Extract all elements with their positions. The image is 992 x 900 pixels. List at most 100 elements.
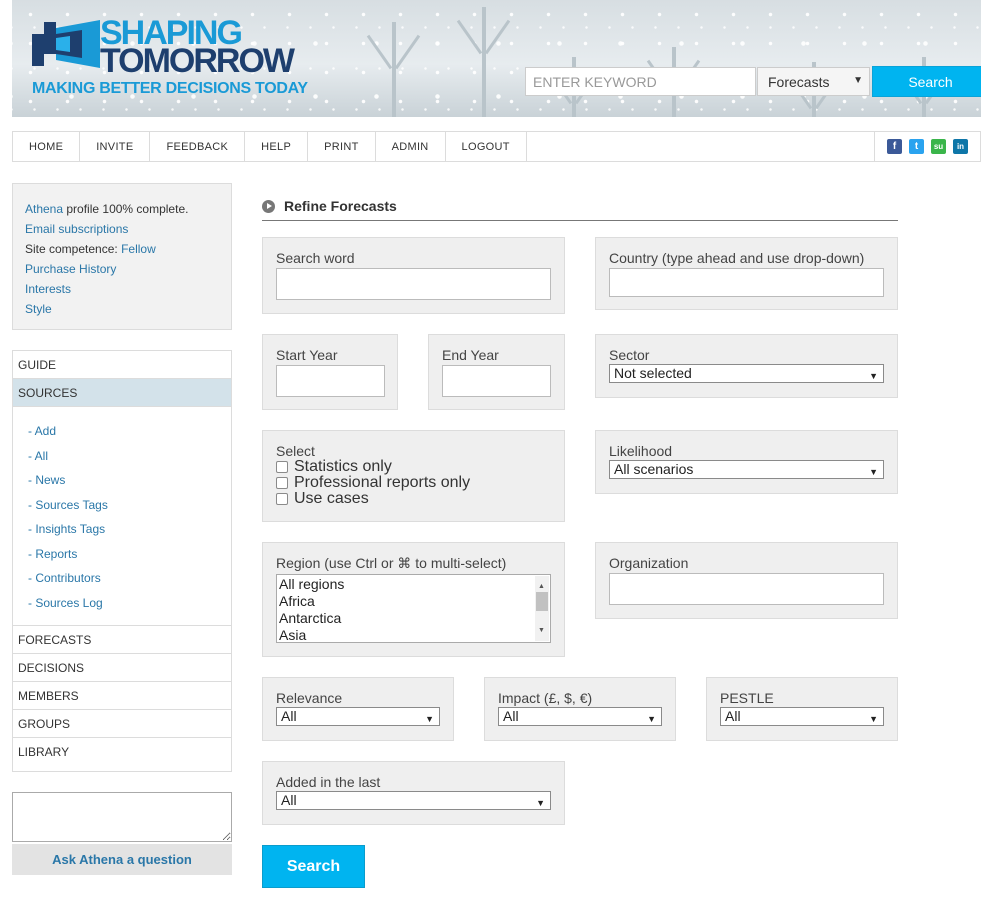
region-listbox[interactable]: All regions Africa Antarctica Asia ▲ ▼ — [276, 574, 551, 643]
submenu-item-insights-tags[interactable]: - Insights Tags — [28, 517, 231, 542]
keyword-search-input[interactable] — [525, 67, 756, 96]
statistics-only-checkbox[interactable] — [276, 461, 288, 473]
pestle-select[interactable]: All ▼ — [720, 707, 884, 726]
competence-label: Site competence: — [25, 242, 122, 256]
profile-complete-line: Athena profile 100% complete. — [25, 199, 219, 219]
region-option[interactable]: Asia — [279, 627, 548, 644]
tree-decoration — [392, 22, 396, 117]
dropdown-arrow-icon: ▼ — [869, 371, 878, 381]
page-title: Refine Forecasts — [284, 198, 397, 214]
search-word-input[interactable] — [276, 268, 551, 300]
sidebar-item-forecasts[interactable]: FORECASTS — [13, 626, 231, 654]
purchase-history-link[interactable]: Purchase History — [25, 259, 219, 279]
dropdown-arrow-icon: ▼ — [853, 75, 863, 86]
professional-reports-checkbox[interactable] — [276, 477, 288, 489]
end-year-input[interactable] — [442, 365, 551, 397]
use-cases-checkbox[interactable] — [276, 493, 288, 505]
use-cases-option[interactable]: Use cases — [276, 490, 551, 507]
likelihood-label: Likelihood — [609, 443, 673, 459]
statistics-only-option[interactable]: Statistics only — [276, 458, 551, 475]
region-scrollbar[interactable]: ▲ ▼ — [535, 576, 549, 641]
use-cases-label: Use cases — [294, 490, 369, 507]
submenu-item-sources-tags[interactable]: - Sources Tags — [28, 493, 231, 518]
header-banner: SHAPING TOMORROW MAKING BETTER DECISIONS… — [12, 0, 981, 117]
email-subscriptions-link[interactable]: Email subscriptions — [25, 219, 219, 239]
nav-help[interactable]: HELP — [245, 132, 309, 161]
submenu-item-add[interactable]: - Add — [28, 419, 231, 444]
nav-print[interactable]: PRINT — [308, 132, 376, 161]
sidebar-item-decisions[interactable]: DECISIONS — [13, 654, 231, 682]
site-logo[interactable]: SHAPING TOMORROW MAKING BETTER DECISIONS… — [30, 14, 330, 104]
likelihood-select[interactable]: All scenarios ▼ — [609, 460, 884, 479]
dropdown-arrow-icon: ▼ — [869, 467, 878, 477]
tree-decoration — [482, 7, 486, 117]
athena-link[interactable]: Athena — [25, 202, 63, 216]
search-type-select[interactable]: Forecasts ▼ — [757, 67, 870, 96]
region-label: Region (use Ctrl or ⌘ to multi-select) — [276, 555, 507, 571]
refine-header[interactable]: Refine Forecasts — [262, 192, 898, 221]
organization-input[interactable] — [609, 573, 884, 605]
search-button[interactable]: Search — [262, 845, 365, 888]
ask-athena-textarea[interactable] — [12, 792, 232, 842]
region-option[interactable]: Africa — [279, 593, 548, 610]
interests-link[interactable]: Interests — [25, 279, 219, 299]
nav-admin[interactable]: ADMIN — [376, 132, 446, 161]
ask-athena-button[interactable]: Ask Athena a question — [12, 844, 232, 875]
added-select[interactable]: All ▼ — [276, 791, 551, 810]
start-year-panel: Start Year — [262, 334, 398, 410]
added-value: All — [281, 792, 297, 808]
end-year-label: End Year — [442, 347, 499, 363]
stumbleupon-icon[interactable]: su — [931, 139, 946, 154]
submenu-item-all[interactable]: - All — [28, 444, 231, 469]
twitter-icon[interactable]: t — [909, 139, 924, 154]
linkedin-icon[interactable]: in — [953, 139, 968, 154]
sidebar-item-sources[interactable]: SOURCES — [13, 379, 231, 407]
sidebar-item-guide[interactable]: GUIDE — [13, 351, 231, 379]
competence-value-link[interactable]: Fellow — [121, 242, 156, 256]
region-option[interactable]: Antarctica — [279, 610, 548, 627]
end-year-panel: End Year — [428, 334, 565, 410]
nav-logout[interactable]: LOGOUT — [446, 132, 527, 161]
submenu-item-sources-log[interactable]: - Sources Log — [28, 591, 231, 616]
scroll-thumb[interactable] — [536, 592, 548, 611]
profile-summary: Athena profile 100% complete. Email subs… — [12, 183, 232, 330]
sector-select[interactable]: Not selected ▼ — [609, 364, 884, 383]
logo-line2: TOMORROW — [100, 42, 295, 80]
added-panel: Added in the last All ▼ — [262, 761, 565, 825]
country-panel: Country (type ahead and use drop-down) — [595, 237, 898, 310]
relevance-select[interactable]: All ▼ — [276, 707, 440, 726]
sidebar-item-library[interactable]: LIBRARY — [13, 738, 231, 766]
professional-reports-option[interactable]: Professional reports only — [276, 474, 551, 491]
facebook-icon[interactable]: f — [887, 139, 902, 154]
impact-value: All — [503, 708, 519, 724]
added-label: Added in the last — [276, 774, 381, 790]
nav-feedback[interactable]: FEEDBACK — [150, 132, 246, 161]
country-input[interactable] — [609, 268, 884, 297]
pestle-panel: PESTLE All ▼ — [706, 677, 898, 741]
header-search-button[interactable]: Search — [872, 66, 981, 97]
sidebar-item-groups[interactable]: GROUPS — [13, 710, 231, 738]
impact-panel: Impact (£, $, €) All ▼ — [484, 677, 676, 741]
sector-label: Sector — [609, 347, 650, 363]
start-year-input[interactable] — [276, 365, 385, 397]
site-competence-line: Site competence: Fellow — [25, 239, 219, 259]
region-option[interactable]: All regions — [279, 576, 548, 593]
search-word-panel: Search word — [262, 237, 565, 314]
region-panel: Region (use Ctrl or ⌘ to multi-select) A… — [262, 542, 565, 657]
pestle-value: All — [725, 708, 741, 724]
style-link[interactable]: Style — [25, 299, 219, 319]
impact-select[interactable]: All ▼ — [498, 707, 662, 726]
scroll-down-icon[interactable]: ▼ — [538, 622, 545, 639]
nav-home[interactable]: HOME — [13, 132, 81, 161]
dropdown-arrow-icon: ▼ — [869, 714, 878, 724]
likelihood-panel: Likelihood All scenarios ▼ — [595, 430, 898, 494]
submenu-item-reports[interactable]: - Reports — [28, 542, 231, 567]
dropdown-arrow-icon: ▼ — [536, 798, 545, 808]
dropdown-arrow-icon: ▼ — [647, 714, 656, 724]
submenu-item-news[interactable]: - News — [28, 468, 231, 493]
submenu-item-contributors[interactable]: - Contributors — [28, 566, 231, 591]
nav-invite[interactable]: INVITE — [80, 132, 151, 161]
logo-mark-icon — [32, 20, 100, 68]
play-circle-icon — [262, 199, 275, 213]
sidebar-item-members[interactable]: MEMBERS — [13, 682, 231, 710]
